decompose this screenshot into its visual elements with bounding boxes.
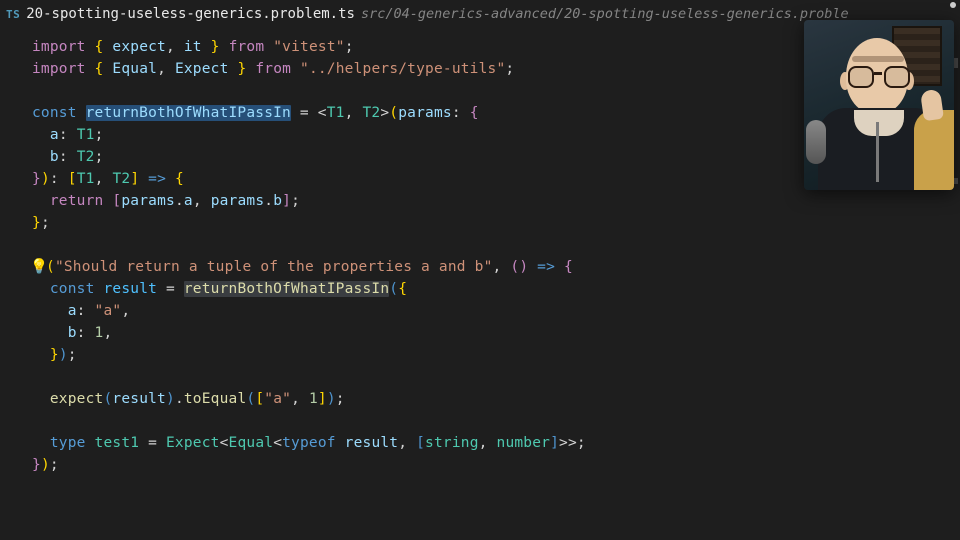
glasses-icon bbox=[848, 66, 910, 88]
tab-filepath: src/04-generics-advanced/20-spotting-use… bbox=[361, 6, 849, 22]
presenter-zipper bbox=[876, 122, 879, 182]
code-line: b: 1, bbox=[32, 322, 960, 344]
unsaved-indicator bbox=[950, 2, 956, 8]
code-line: const result = returnBothOfWhatIPassIn({ bbox=[32, 278, 960, 300]
code-line: }); bbox=[32, 344, 960, 366]
blank-line bbox=[32, 366, 960, 388]
editor-tab[interactable]: TS 20-spotting-useless-generics.problem.… bbox=[0, 2, 859, 26]
code-line: type test1 = Expect<Equal<typeof result,… bbox=[32, 432, 960, 454]
code-line: expect(result).toEqual(["a", 1]); bbox=[32, 388, 960, 410]
code-line: a: "a", bbox=[32, 300, 960, 322]
code-line: }); bbox=[32, 454, 960, 476]
typescript-icon: TS bbox=[6, 8, 20, 21]
tab-filename: 20-spotting-useless-generics.problem.ts bbox=[26, 6, 355, 22]
code-line: return [params.a, params.b]; bbox=[32, 190, 960, 212]
lightbulb-icon[interactable]: 💡 bbox=[30, 256, 46, 278]
presenter-brow bbox=[852, 56, 904, 62]
code-line: 💡("Should return a tuple of the properti… bbox=[32, 256, 960, 278]
presenter-hand bbox=[920, 89, 944, 121]
microphone-icon bbox=[806, 120, 826, 164]
presenter-shoulder bbox=[914, 110, 954, 190]
blank-line bbox=[32, 234, 960, 256]
webcam-overlay bbox=[804, 20, 954, 190]
blank-line bbox=[32, 410, 960, 432]
presenter-collar bbox=[854, 110, 904, 136]
code-line: }; bbox=[32, 212, 960, 234]
minimap-region bbox=[954, 178, 958, 184]
